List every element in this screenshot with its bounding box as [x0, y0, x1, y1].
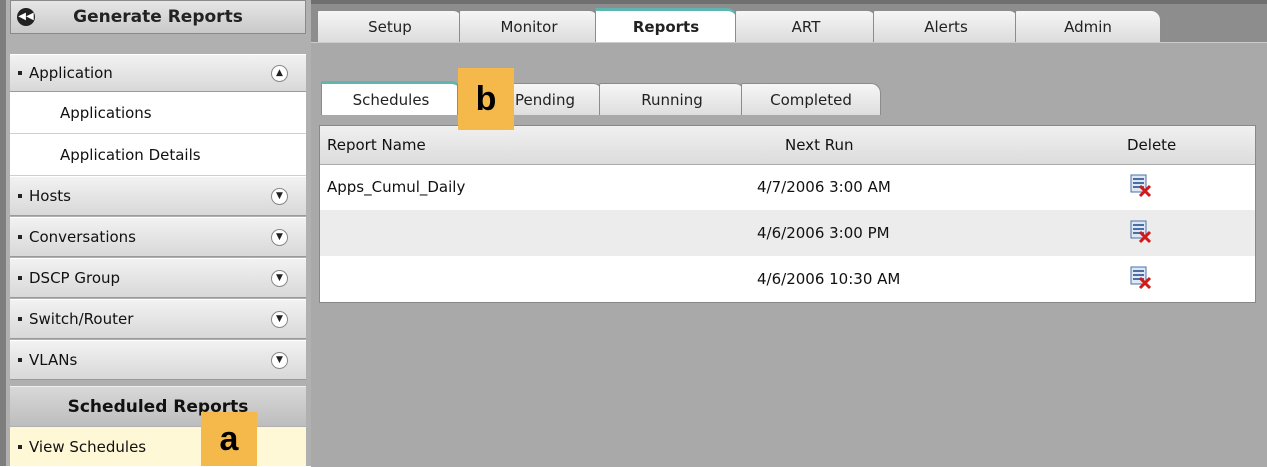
tab-label: Running [641, 90, 703, 109]
sidebar-border [0, 0, 6, 466]
chevron-up-icon[interactable]: ▲ [271, 65, 288, 82]
tab-label: Monitor [500, 17, 558, 36]
table-row[interactable]: Apps_Cumul_Daily 4/7/2006 3:00 AM [320, 164, 1255, 210]
delete-schedule-icon[interactable] [1130, 174, 1152, 198]
sidebar-item-application-details[interactable]: Application Details [10, 134, 306, 176]
sidebar-item-label: Applications [60, 103, 152, 122]
main-panel: Setup Monitor Reports ART Alerts Admin S… [311, 0, 1267, 467]
sidebar-section-vlans[interactable]: VLANs ▼ [10, 340, 306, 380]
tab-schedules[interactable]: Schedules [321, 81, 461, 115]
report-sidebar: ◀◀ Generate Reports Application ▲ Applic… [0, 0, 311, 466]
sidebar-section-application[interactable]: Application ▲ [10, 54, 306, 92]
sidebar-section-hosts[interactable]: Hosts ▼ [10, 176, 306, 216]
collapse-sidebar-icon[interactable]: ◀◀ [17, 8, 35, 26]
tab-label: Alerts [924, 17, 968, 36]
bullet-icon [18, 444, 22, 449]
tab-label: Setup [368, 17, 412, 36]
sidebar-section-label: Switch/Router [29, 310, 134, 328]
next-run-cell: 4/6/2006 10:30 AM [757, 270, 901, 288]
tab-alerts[interactable]: Alerts [873, 10, 1019, 42]
tab-reports[interactable]: Reports [595, 8, 737, 42]
tab-label: Admin [1064, 17, 1112, 36]
sidebar-section-conversations[interactable]: Conversations ▼ [10, 217, 306, 257]
bullet-icon [18, 317, 22, 321]
chevron-down-icon[interactable]: ▼ [271, 270, 288, 287]
tab-art[interactable]: ART [735, 10, 877, 42]
delete-schedule-icon[interactable] [1130, 220, 1152, 244]
sidebar-section-label: Application [29, 64, 113, 82]
tab-monitor[interactable]: Monitor [459, 10, 599, 42]
column-header-delete: Delete [1127, 136, 1177, 154]
scheduled-reports-header: Scheduled Reports [10, 386, 306, 426]
tab-setup[interactable]: Setup [317, 10, 463, 42]
table-row[interactable]: 4/6/2006 10:30 AM [320, 256, 1255, 302]
sidebar-header: ◀◀ Generate Reports [10, 0, 306, 34]
tab-label: Reports [632, 17, 700, 36]
callout-label-a: a [201, 412, 257, 466]
tab-admin[interactable]: Admin [1015, 10, 1161, 42]
callout-label-b: b [458, 68, 514, 130]
report-name-cell: Apps_Cumul_Daily [327, 178, 466, 196]
reports-content: Schedules Pending Running Completed Repo… [311, 42, 1267, 467]
sidebar-section-label: Conversations [29, 228, 136, 246]
bullet-icon [18, 235, 22, 239]
tab-label: Schedules [352, 90, 430, 109]
tab-label: ART [791, 17, 821, 36]
top-strip [311, 0, 1267, 4]
bullet-icon [18, 358, 22, 362]
tab-completed[interactable]: Completed [741, 83, 881, 115]
delete-schedule-icon[interactable] [1130, 266, 1152, 290]
column-header-next-run[interactable]: Next Run [785, 126, 853, 164]
tab-running[interactable]: Running [599, 83, 745, 115]
sidebar-item-view-schedules[interactable]: View Schedules [10, 427, 306, 466]
sidebar-item-label: Application Details [60, 145, 201, 164]
sidebar-section-dscp-group[interactable]: DSCP Group ▼ [10, 258, 306, 298]
chevron-down-icon[interactable]: ▼ [271, 352, 288, 369]
chevron-down-icon[interactable]: ▼ [271, 229, 288, 246]
bullet-icon [18, 276, 22, 280]
bullet-icon [18, 71, 22, 75]
sidebar-section-label: Hosts [29, 187, 71, 205]
column-header-report-name[interactable]: Report Name [327, 126, 426, 164]
sidebar-section-label: DSCP Group [29, 269, 121, 287]
sidebar-section-label: VLANs [29, 351, 78, 369]
sidebar-item-label: View Schedules [29, 437, 147, 456]
tab-label: Completed [770, 90, 852, 109]
schedules-table: Report Name Next Run Delete Apps_Cumul_D… [319, 125, 1256, 303]
sidebar-section-switch-router[interactable]: Switch/Router ▼ [10, 299, 306, 339]
table-header: Report Name Next Run Delete [320, 126, 1255, 165]
sidebar-title: Generate Reports [73, 7, 243, 27]
table-row[interactable]: 4/6/2006 3:00 PM [320, 210, 1255, 256]
chevron-down-icon[interactable]: ▼ [271, 188, 288, 205]
next-run-cell: 4/7/2006 3:00 AM [757, 178, 891, 196]
next-run-cell: 4/6/2006 3:00 PM [757, 224, 890, 242]
bullet-icon [18, 194, 22, 198]
sidebar-item-applications[interactable]: Applications [10, 92, 306, 134]
chevron-down-icon[interactable]: ▼ [271, 311, 288, 328]
